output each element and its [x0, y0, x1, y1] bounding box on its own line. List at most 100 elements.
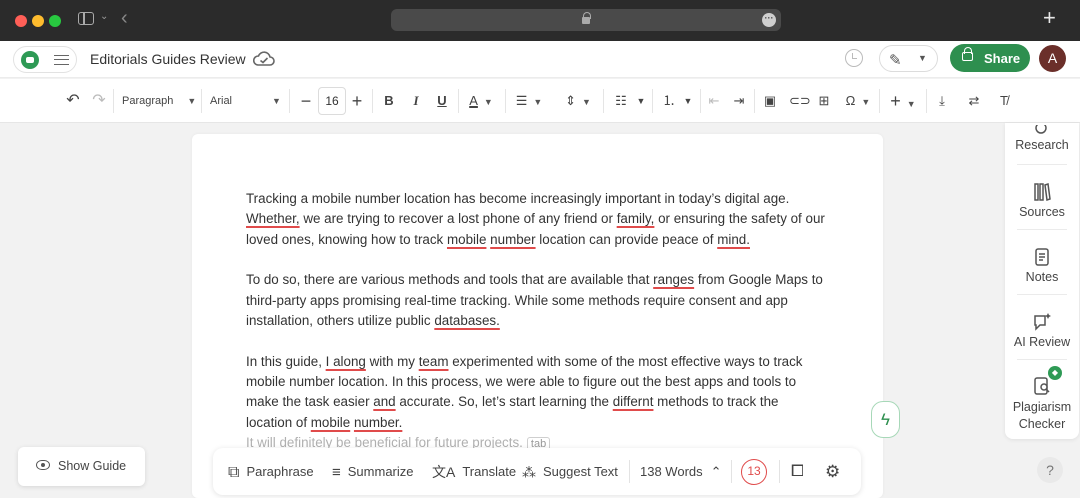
spelling-error[interactable]: mind.: [717, 232, 750, 247]
sources-button[interactable]: Sources: [1005, 182, 1079, 219]
notes-icon: [1035, 248, 1049, 266]
spelling-error[interactable]: ranges: [653, 272, 694, 287]
font-family-select[interactable]: Arial ▼: [210, 79, 281, 123]
align-button[interactable]: ☰ ▼: [514, 79, 544, 123]
chevron-down-icon: ▼: [581, 97, 591, 107]
increase-font-size-button[interactable]: +: [349, 79, 365, 123]
cloud-saved-icon: [253, 51, 275, 66]
address-bar[interactable]: ···: [391, 9, 781, 31]
new-tab-button[interactable]: +: [1043, 6, 1056, 30]
indent-icon[interactable]: ⇥: [731, 79, 747, 123]
table-icon[interactable]: ⊞: [816, 79, 832, 123]
history-icon[interactable]: [845, 49, 863, 67]
suggest-text-button[interactable]: ⁂ Suggest Text: [522, 448, 618, 495]
spelling-error[interactable]: number: [490, 232, 535, 247]
bulleted-list-icon[interactable]: ☷: [612, 79, 630, 123]
summarize-button[interactable]: ≡ Summarize: [332, 448, 414, 495]
spelling-error[interactable]: mobile: [311, 415, 350, 430]
spelling-error[interactable]: differnt: [613, 394, 654, 409]
special-character-button[interactable]: Ω ▼: [843, 79, 873, 123]
pencil-icon: ✎: [889, 52, 902, 69]
share-label: Share: [984, 51, 1021, 66]
spelling-error[interactable]: databases.: [434, 313, 500, 328]
numbered-list-icon[interactable]: ⒈: [660, 79, 678, 123]
lock-icon: [962, 47, 973, 61]
clear-formatting-icon[interactable]: T̸: [996, 79, 1012, 123]
replace-icon[interactable]: ⇄: [966, 79, 982, 123]
magic-wand-icon: ⁂: [522, 464, 536, 481]
paragraph: Tracking a mobile number location has be…: [246, 191, 825, 247]
spelling-error[interactable]: I along: [326, 354, 366, 369]
download-icon[interactable]: ⤓: [934, 79, 950, 123]
eye-icon: [36, 460, 50, 470]
editing-mode-dropdown[interactable]: ✎ ▼: [879, 45, 938, 72]
back-icon[interactable]: ‹: [121, 8, 128, 28]
robot-logo-icon: [21, 51, 39, 69]
link-icon[interactable]: ⊂⊃: [789, 79, 811, 123]
more-icon[interactable]: ···: [762, 13, 776, 27]
chevron-down-icon: ▼: [533, 97, 543, 107]
word-count-button[interactable]: 138 Words ⌃: [640, 448, 722, 495]
show-guide-button[interactable]: Show Guide: [18, 447, 145, 486]
app-menu-pill[interactable]: [13, 46, 77, 73]
spelling-error[interactable]: family,: [617, 211, 655, 226]
paragraph-style-select[interactable]: Paragraph ▼: [122, 79, 196, 123]
chevron-down-icon: ▼: [906, 99, 916, 109]
books-icon: [1034, 183, 1051, 201]
document-body[interactable]: Tracking a mobile number location has be…: [246, 189, 826, 453]
summarize-icon: ≡: [332, 464, 341, 482]
spelling-error[interactable]: team: [419, 354, 449, 369]
sidebar-toggle-icon[interactable]: [78, 12, 94, 25]
undo-icon[interactable]: ↶: [64, 79, 82, 123]
zoom-window-button[interactable]: [49, 15, 61, 27]
chevron-up-icon: ⌃: [710, 464, 722, 479]
chevron-down-icon: ▼: [861, 97, 871, 107]
ai-review-button[interactable]: AI Review: [1005, 312, 1079, 349]
lock-icon: [582, 12, 591, 24]
insert-button[interactable]: + ▼: [888, 79, 918, 123]
formatting-toolbar: ↶ ↷ Paragraph ▼ Arial ▼ − 16 + B I U A ▼ ☰ ▼…: [0, 79, 1080, 123]
browser-title-bar: ⌄ ‹ ··· +: [0, 0, 1080, 41]
app-header: Editorials Guides Review ✎ ▼ Share A: [0, 41, 1080, 78]
share-button[interactable]: Share: [950, 44, 1030, 72]
hamburger-menu-icon[interactable]: [54, 55, 69, 65]
user-avatar[interactable]: A: [1039, 45, 1066, 72]
outdent-icon[interactable]: ⇤: [706, 79, 722, 123]
underline-button[interactable]: U: [434, 79, 450, 123]
close-window-button[interactable]: [15, 15, 27, 27]
paragraph: In this guide, I along with my team expe…: [246, 353, 803, 430]
translate-button[interactable]: 文A Translate: [432, 448, 516, 495]
plagiarism-icon: [1034, 377, 1050, 395]
chevron-down-icon[interactable]: ⌄: [100, 11, 108, 22]
paraphrase-button[interactable]: ⧉ Paraphrase: [228, 448, 314, 495]
error-count-badge[interactable]: 13: [741, 459, 767, 485]
image-icon[interactable]: ▣: [762, 79, 778, 123]
italic-button[interactable]: I: [408, 79, 424, 123]
translate-icon: 文A: [432, 464, 456, 481]
settings-gear-icon[interactable]: ⚙: [825, 448, 840, 495]
line-height-button[interactable]: ⇕ ▼: [560, 79, 596, 123]
research-button[interactable]: Research: [1005, 125, 1079, 152]
document-title[interactable]: Editorials Guides Review: [90, 51, 246, 67]
lightning-icon[interactable]: ϟ: [871, 401, 900, 438]
spelling-error[interactable]: mobile: [447, 232, 486, 247]
notes-button[interactable]: Notes: [1005, 247, 1079, 284]
spelling-error[interactable]: and: [373, 394, 395, 409]
spelling-error[interactable]: number.: [354, 415, 402, 430]
read-aloud-icon[interactable]: ⧠: [791, 448, 804, 495]
font-size-input[interactable]: 16: [318, 87, 346, 115]
paraphrase-icon: ⧉: [228, 464, 240, 482]
bold-button[interactable]: B: [381, 79, 397, 123]
right-tools-panel: Research Sources Notes AI Review Plagiar…: [1005, 123, 1079, 439]
redo-icon[interactable]: ↷: [90, 79, 108, 123]
spelling-error[interactable]: Whether,: [246, 211, 300, 226]
editor-page[interactable]: Tracking a mobile number location has be…: [192, 134, 883, 498]
plagiarism-checker-button[interactable]: Plagiarism Checker: [1005, 376, 1079, 432]
text-color-button[interactable]: A ▼: [466, 79, 496, 123]
help-button[interactable]: ?: [1037, 457, 1063, 483]
minimize-window-button[interactable]: [32, 15, 44, 27]
decrease-font-size-button[interactable]: −: [298, 79, 314, 123]
chevron-down-icon[interactable]: ▼: [681, 79, 695, 123]
chevron-down-icon[interactable]: ▼: [634, 79, 648, 123]
omega-icon: Ω: [845, 93, 856, 108]
